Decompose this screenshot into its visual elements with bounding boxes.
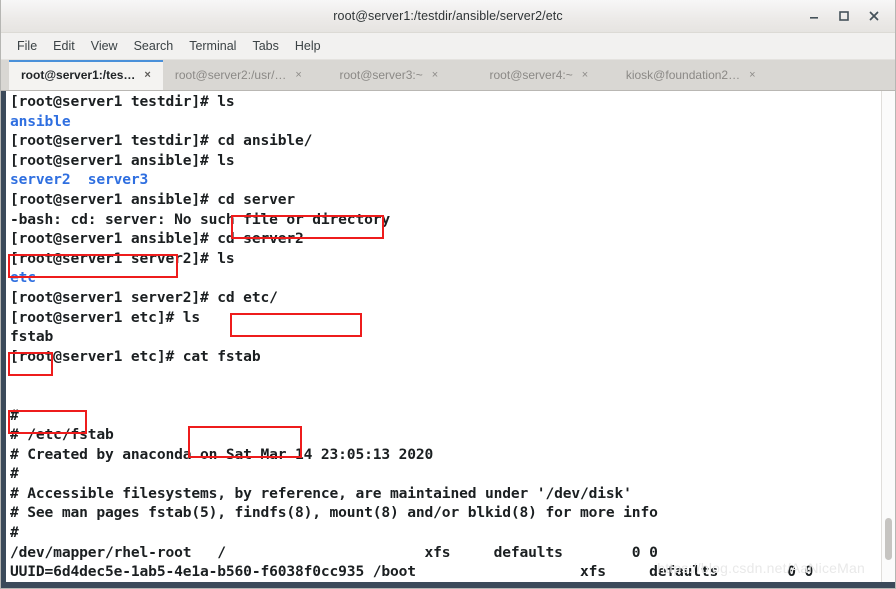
terminal-text: # <box>10 406 19 424</box>
tab-close-icon[interactable]: × <box>749 69 755 81</box>
terminal-line: # See man pages fstab(5), findfs(8), mou… <box>10 503 881 523</box>
tab-label: root@server1:/tes… <box>21 68 136 82</box>
terminal-text: /dev/mapper/rhel-root / xfs defaults 0 0 <box>10 543 658 561</box>
tab-close-icon[interactable]: × <box>144 69 150 81</box>
terminal-line: # <box>10 406 881 426</box>
terminal-text: # <box>10 524 19 542</box>
close-icon[interactable] <box>859 1 889 31</box>
tab-server3[interactable]: root@server3:~ × <box>314 60 464 90</box>
window-bottom-edge <box>1 582 895 588</box>
tab-close-icon[interactable]: × <box>432 69 438 81</box>
terminal-text: [root@server1 server2]# ls <box>10 249 235 267</box>
window-controls <box>799 0 889 32</box>
terminal-text-directory: ansible <box>10 112 71 130</box>
terminal-text: [root@server1 ansible]# ls <box>10 151 235 169</box>
maximize-icon[interactable] <box>829 1 859 31</box>
terminal-text: # See man pages fstab(5), findfs(8), mou… <box>10 504 658 522</box>
menu-item-help[interactable]: Help <box>287 37 329 55</box>
terminal-line: [root@server1 server2]# ls <box>10 249 881 269</box>
terminal-text: fstab <box>10 328 54 346</box>
terminal-text: -bash: cd: server: No such file or direc… <box>10 210 390 228</box>
terminal-line: [root@server1 etc]# ls <box>10 308 881 328</box>
menu-item-file[interactable]: File <box>9 37 45 55</box>
terminal-lines: [root@server1 testdir]# ls ansible [root@s… <box>7 92 881 582</box>
tab-close-icon[interactable]: × <box>582 69 588 81</box>
tab-server4[interactable]: root@server4:~ × <box>464 60 614 90</box>
terminal-line: [root@server1 ansible]# cd server <box>10 190 881 210</box>
terminal-output[interactable]: [root@server1 testdir]# ls ansible [root@s… <box>6 91 881 582</box>
terminal-line: # <box>10 523 881 543</box>
terminal-text: [root@server1 etc]# cat fstab <box>10 347 261 365</box>
terminal-text: # Created by anaconda on Sat Mar 14 23:0… <box>10 445 434 463</box>
terminal-text: [root@server1 etc]# ls <box>10 308 200 326</box>
scrollbar-thumb[interactable] <box>885 518 892 560</box>
terminal-text: # <box>10 465 19 483</box>
menu-item-tabs[interactable]: Tabs <box>244 37 286 55</box>
tab-server1[interactable]: root@server1:/tes… × <box>9 60 163 90</box>
minimize-icon[interactable] <box>799 1 829 31</box>
terminal-text: [root@server1 testdir]# cd ansible/ <box>10 132 313 150</box>
menu-item-edit[interactable]: Edit <box>45 37 83 55</box>
terminal-text: [root@server1 ansible]# cd server2 <box>10 230 304 248</box>
tab-label: root@server4:~ <box>489 68 573 82</box>
terminal-line: [root@server1 ansible]# ls <box>10 151 881 171</box>
tab-bar: root@server1:/tes… × root@server2:/usr/…… <box>1 60 895 91</box>
terminal-line: -bash: cd: server: No such file or direc… <box>10 210 881 230</box>
terminal-line: [root@server1 testdir]# ls <box>10 92 881 112</box>
terminal-text: [root@server1 ansible]# cd server <box>10 190 295 208</box>
terminal-line: # Created by anaconda on Sat Mar 14 23:0… <box>10 445 881 465</box>
tab-label: kiosk@foundation2… <box>625 68 741 82</box>
terminal-text-directory: server2 server3 <box>10 171 149 189</box>
tab-foundation2[interactable]: kiosk@foundation2… × <box>614 60 768 90</box>
window-title: root@server1:/testdir/ansible/server2/et… <box>333 9 563 23</box>
menu-item-terminal[interactable]: Terminal <box>181 37 244 55</box>
terminal-line: [root@server1 ansible]# cd server2 <box>10 229 881 249</box>
tab-close-icon[interactable]: × <box>295 69 301 81</box>
terminal-text: # Accessible filesystems, by reference, … <box>10 484 632 502</box>
tab-label: root@server3:~ <box>339 68 423 82</box>
terminal-line: # Accessible filesystems, by reference, … <box>10 484 881 504</box>
watermark: https://blog.csdn.net/AaNiceMan <box>657 560 865 576</box>
terminal-line: etc <box>10 268 881 288</box>
terminal-scrollbar[interactable] <box>881 91 895 582</box>
terminal-line: server2 server3 <box>10 170 881 190</box>
menu-bar: File Edit View Search Terminal Tabs Help <box>1 33 895 60</box>
terminal-text: # /etc/fstab <box>10 426 114 444</box>
terminal-text: [root@server1 server2]# cd etc/ <box>10 288 278 306</box>
terminal-line: [root@server1 etc]# cat fstab <box>10 347 881 367</box>
menu-item-view[interactable]: View <box>83 37 126 55</box>
terminal-area: [root@server1 testdir]# ls ansible [root@s… <box>1 91 895 582</box>
tab-server2[interactable]: root@server2:/usr/… × <box>163 60 314 90</box>
terminal-line: [root@server1 server2]# cd etc/ <box>10 288 881 308</box>
terminal-text-directory: etc <box>10 269 36 287</box>
tab-label: root@server2:/usr/… <box>174 68 287 82</box>
terminal-line: ansible <box>10 112 881 132</box>
title-bar: root@server1:/testdir/ansible/server2/et… <box>1 0 895 33</box>
terminal-window: root@server1:/testdir/ansible/server2/et… <box>0 0 896 589</box>
terminal-line: fstab <box>10 327 881 347</box>
terminal-line: [root@server1 testdir]# cd ansible/ <box>10 131 881 151</box>
terminal-text: [root@server1 testdir]# ls <box>10 93 235 110</box>
menu-item-search[interactable]: Search <box>126 37 182 55</box>
terminal-line: # /etc/fstab <box>10 425 881 445</box>
terminal-line: # <box>10 464 881 484</box>
tab-bar-spacer <box>768 60 895 90</box>
